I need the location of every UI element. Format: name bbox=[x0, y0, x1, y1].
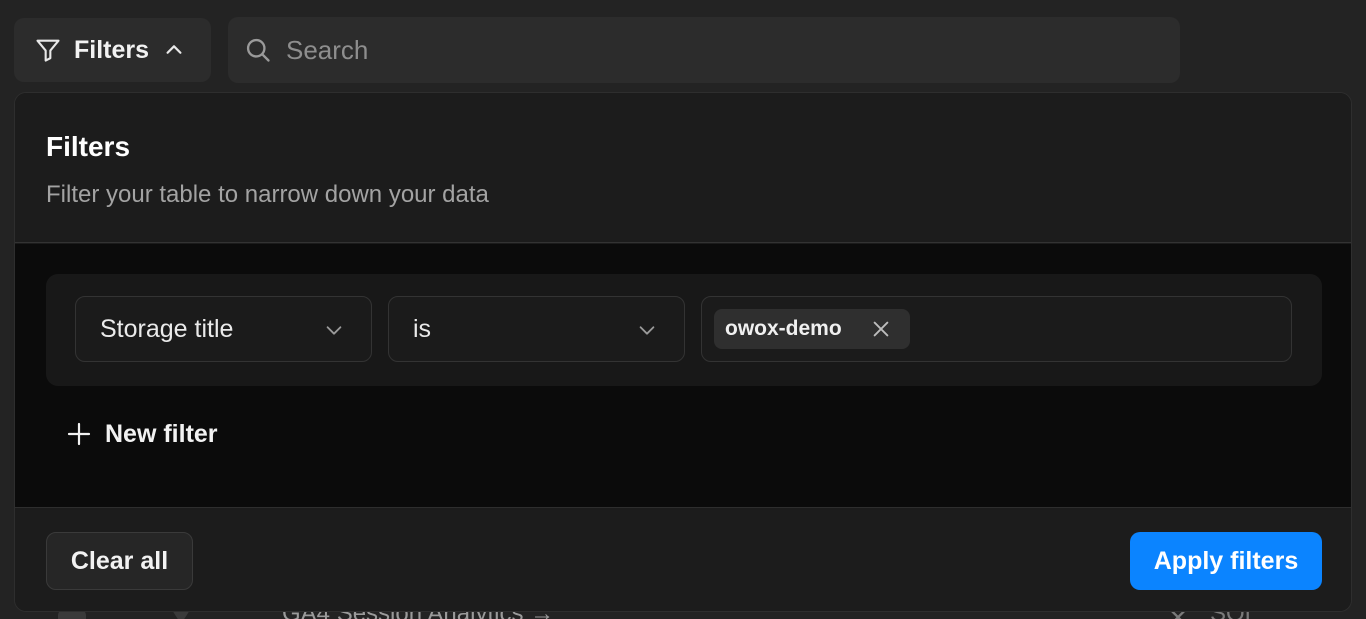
filter-operator-value: is bbox=[413, 314, 432, 343]
value-chip-label: owox-demo bbox=[725, 317, 842, 340]
search-bar[interactable] bbox=[228, 17, 1180, 83]
new-filter-button[interactable]: New filter bbox=[67, 414, 218, 454]
close-icon[interactable] bbox=[870, 318, 892, 340]
filters-panel: Filters Filter your table to narrow down… bbox=[14, 92, 1352, 612]
chevron-down-icon bbox=[323, 319, 345, 341]
panel-subtitle: Filter your table to narrow down your da… bbox=[46, 181, 489, 208]
clear-all-button[interactable]: Clear all bbox=[46, 532, 193, 590]
panel-header: Filters Filter your table to narrow down… bbox=[15, 93, 1351, 243]
apply-filters-button[interactable]: Apply filters bbox=[1130, 532, 1322, 590]
filter-field-select[interactable]: Storage title bbox=[75, 296, 372, 362]
panel-body: Storage title is owox-demo New filter bbox=[15, 244, 1351, 507]
chevron-down-icon bbox=[636, 319, 658, 341]
filters-toggle-button[interactable]: Filters bbox=[14, 18, 211, 82]
filters-toggle-label: Filters bbox=[74, 35, 150, 64]
filter-value-input[interactable]: owox-demo bbox=[701, 296, 1292, 362]
new-filter-label: New filter bbox=[105, 419, 218, 448]
funnel-icon bbox=[34, 36, 62, 64]
filter-operator-select[interactable]: is bbox=[388, 296, 685, 362]
search-icon bbox=[244, 36, 272, 64]
panel-footer: Clear all Apply filters bbox=[15, 507, 1351, 611]
app-root: GA4 Session Analytics → ✕ SQL Filters bbox=[0, 0, 1366, 619]
filter-row: Storage title is owox-demo bbox=[46, 274, 1322, 386]
filter-field-value: Storage title bbox=[100, 314, 234, 343]
plus-icon bbox=[67, 422, 91, 446]
chevron-up-icon bbox=[163, 39, 185, 61]
search-input[interactable] bbox=[286, 34, 1146, 66]
panel-title: Filters bbox=[46, 131, 131, 162]
value-chip: owox-demo bbox=[714, 309, 910, 349]
